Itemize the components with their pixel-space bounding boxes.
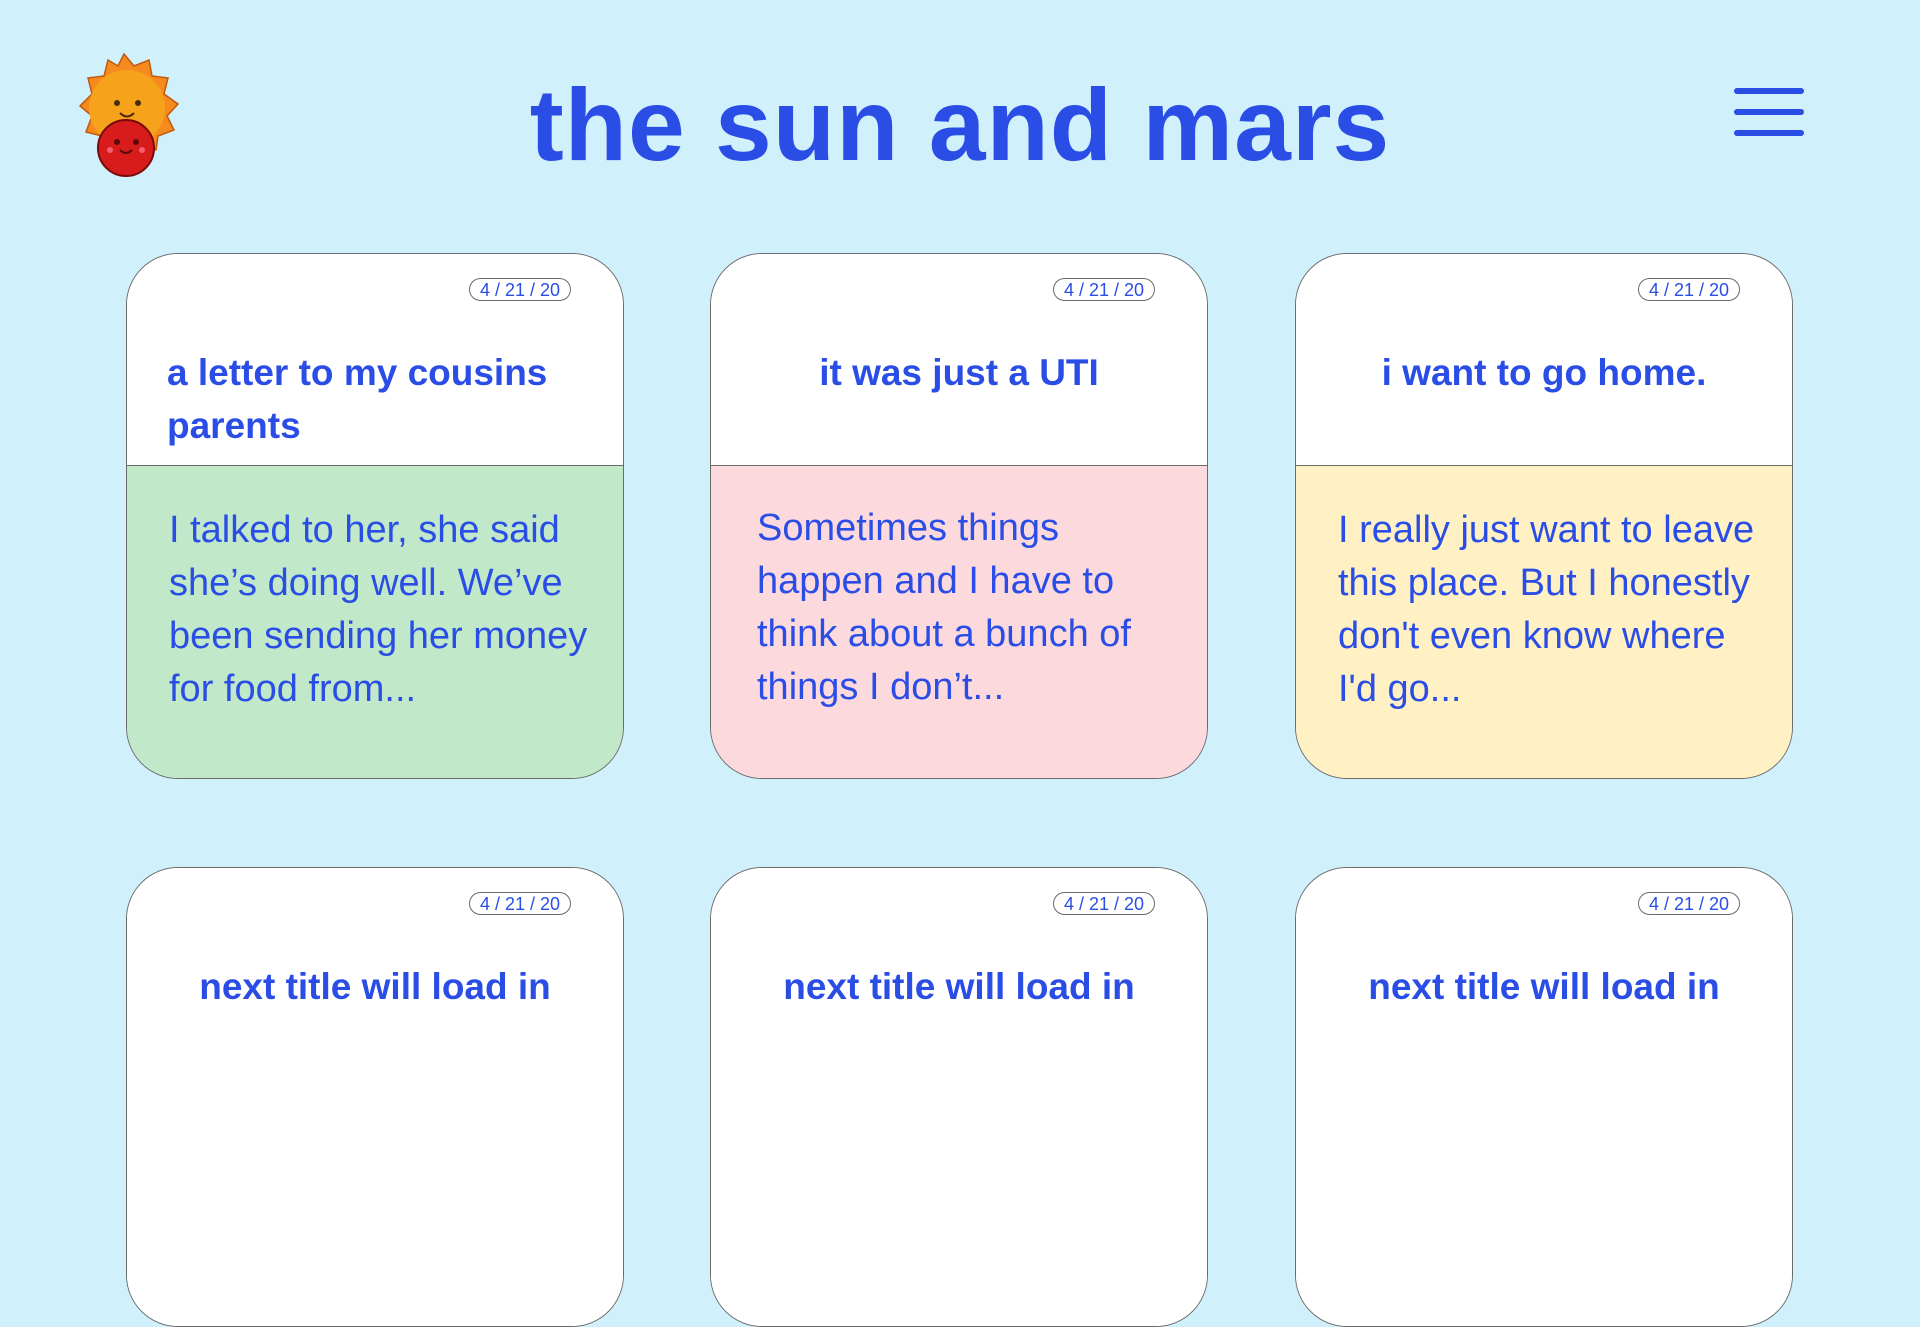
post-excerpt-panel: I talked to her, she said she’s doing we… <box>127 466 623 778</box>
card-header: 4 / 21 / 20 next title will load in <box>127 868 623 1326</box>
card-header: 4 / 21 / 20 i want to go home. <box>1296 254 1792 466</box>
post-card[interactable]: 4 / 21 / 20 it was just a UTI Sometimes … <box>710 253 1208 779</box>
card-header: 4 / 21 / 20 next title will load in <box>711 868 1207 1326</box>
post-date-badge: 4 / 21 / 20 <box>1637 892 1740 915</box>
hamburger-menu-button[interactable] <box>1734 88 1804 142</box>
card-header: 4 / 21 / 20 next title will load in <box>1296 868 1792 1326</box>
post-date-badge: 4 / 21 / 20 <box>1052 278 1155 301</box>
post-date-badge: 4 / 21 / 20 <box>468 892 571 915</box>
post-title: it was just a UTI <box>819 352 1099 393</box>
post-excerpt-panel: I really just want to leave this place. … <box>1296 466 1792 778</box>
post-excerpt: Sometimes things happen and I have to th… <box>757 507 1131 708</box>
hamburger-menu-icon <box>1734 109 1804 115</box>
card-header: 4 / 21 / 20 it was just a UTI <box>711 254 1207 466</box>
post-card-placeholder[interactable]: 4 / 21 / 20 next title will load in <box>710 867 1208 1327</box>
post-excerpt: I really just want to leave this place. … <box>1338 509 1755 710</box>
post-card-placeholder[interactable]: 4 / 21 / 20 next title will load in <box>1295 867 1793 1327</box>
hamburger-menu-icon <box>1734 130 1804 136</box>
post-title: next title will load in <box>199 966 551 1007</box>
post-title: next title will load in <box>1368 966 1720 1007</box>
post-excerpt-panel: Sometimes things happen and I have to th… <box>711 466 1207 778</box>
post-title: i want to go home. <box>1381 352 1707 393</box>
post-date-badge: 4 / 21 / 20 <box>468 278 571 301</box>
site-title: the sun and mars <box>529 68 1391 182</box>
post-date-badge: 4 / 21 / 20 <box>1052 892 1155 915</box>
post-card[interactable]: 4 / 21 / 20 a letter to my cousins paren… <box>126 253 624 779</box>
post-card-placeholder[interactable]: 4 / 21 / 20 next title will load in <box>126 867 624 1327</box>
post-excerpt: I talked to her, she said she’s doing we… <box>169 509 588 710</box>
hamburger-menu-icon <box>1734 88 1804 94</box>
post-card[interactable]: 4 / 21 / 20 i want to go home. I really … <box>1295 253 1793 779</box>
card-header: 4 / 21 / 20 a letter to my cousins paren… <box>127 254 623 466</box>
post-title: a letter to my cousins parents <box>167 352 548 446</box>
post-title: next title will load in <box>783 966 1135 1007</box>
post-date-badge: 4 / 21 / 20 <box>1637 278 1740 301</box>
